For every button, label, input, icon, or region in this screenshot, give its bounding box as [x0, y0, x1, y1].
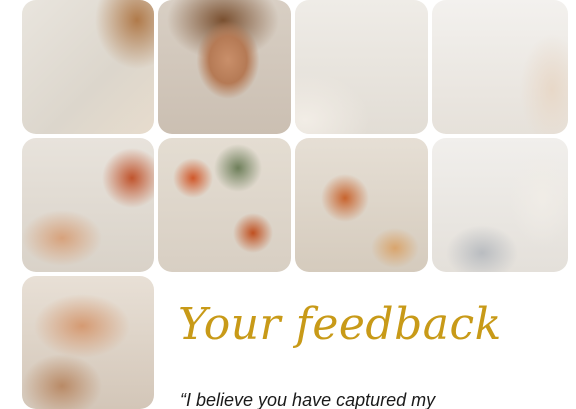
photo-tile [158, 0, 291, 134]
photo-tile [295, 138, 428, 272]
photo-tile-fill [432, 0, 568, 134]
photo-tile-fill [295, 0, 428, 134]
photo-tile-fill [22, 0, 154, 134]
photo-tile [432, 0, 568, 134]
photo-tile-fill [295, 138, 428, 272]
photo-tile [158, 138, 291, 272]
photo-tile-fill [432, 138, 568, 272]
photo-tile-fill [158, 138, 291, 272]
photo-tile [295, 0, 428, 134]
feedback-slide: Your feedback “I believe you have captur… [0, 0, 576, 409]
photo-tile [22, 276, 154, 409]
photo-tile-fill [158, 0, 291, 134]
photo-tile [22, 138, 154, 272]
photo-tile-fill [22, 138, 154, 272]
page-title: Your feedback [178, 299, 502, 350]
photo-tile [432, 138, 568, 272]
photo-tile-fill [22, 276, 154, 409]
photo-tile [22, 0, 154, 134]
testimonial-quote: “I believe you have captured my [180, 390, 436, 409]
